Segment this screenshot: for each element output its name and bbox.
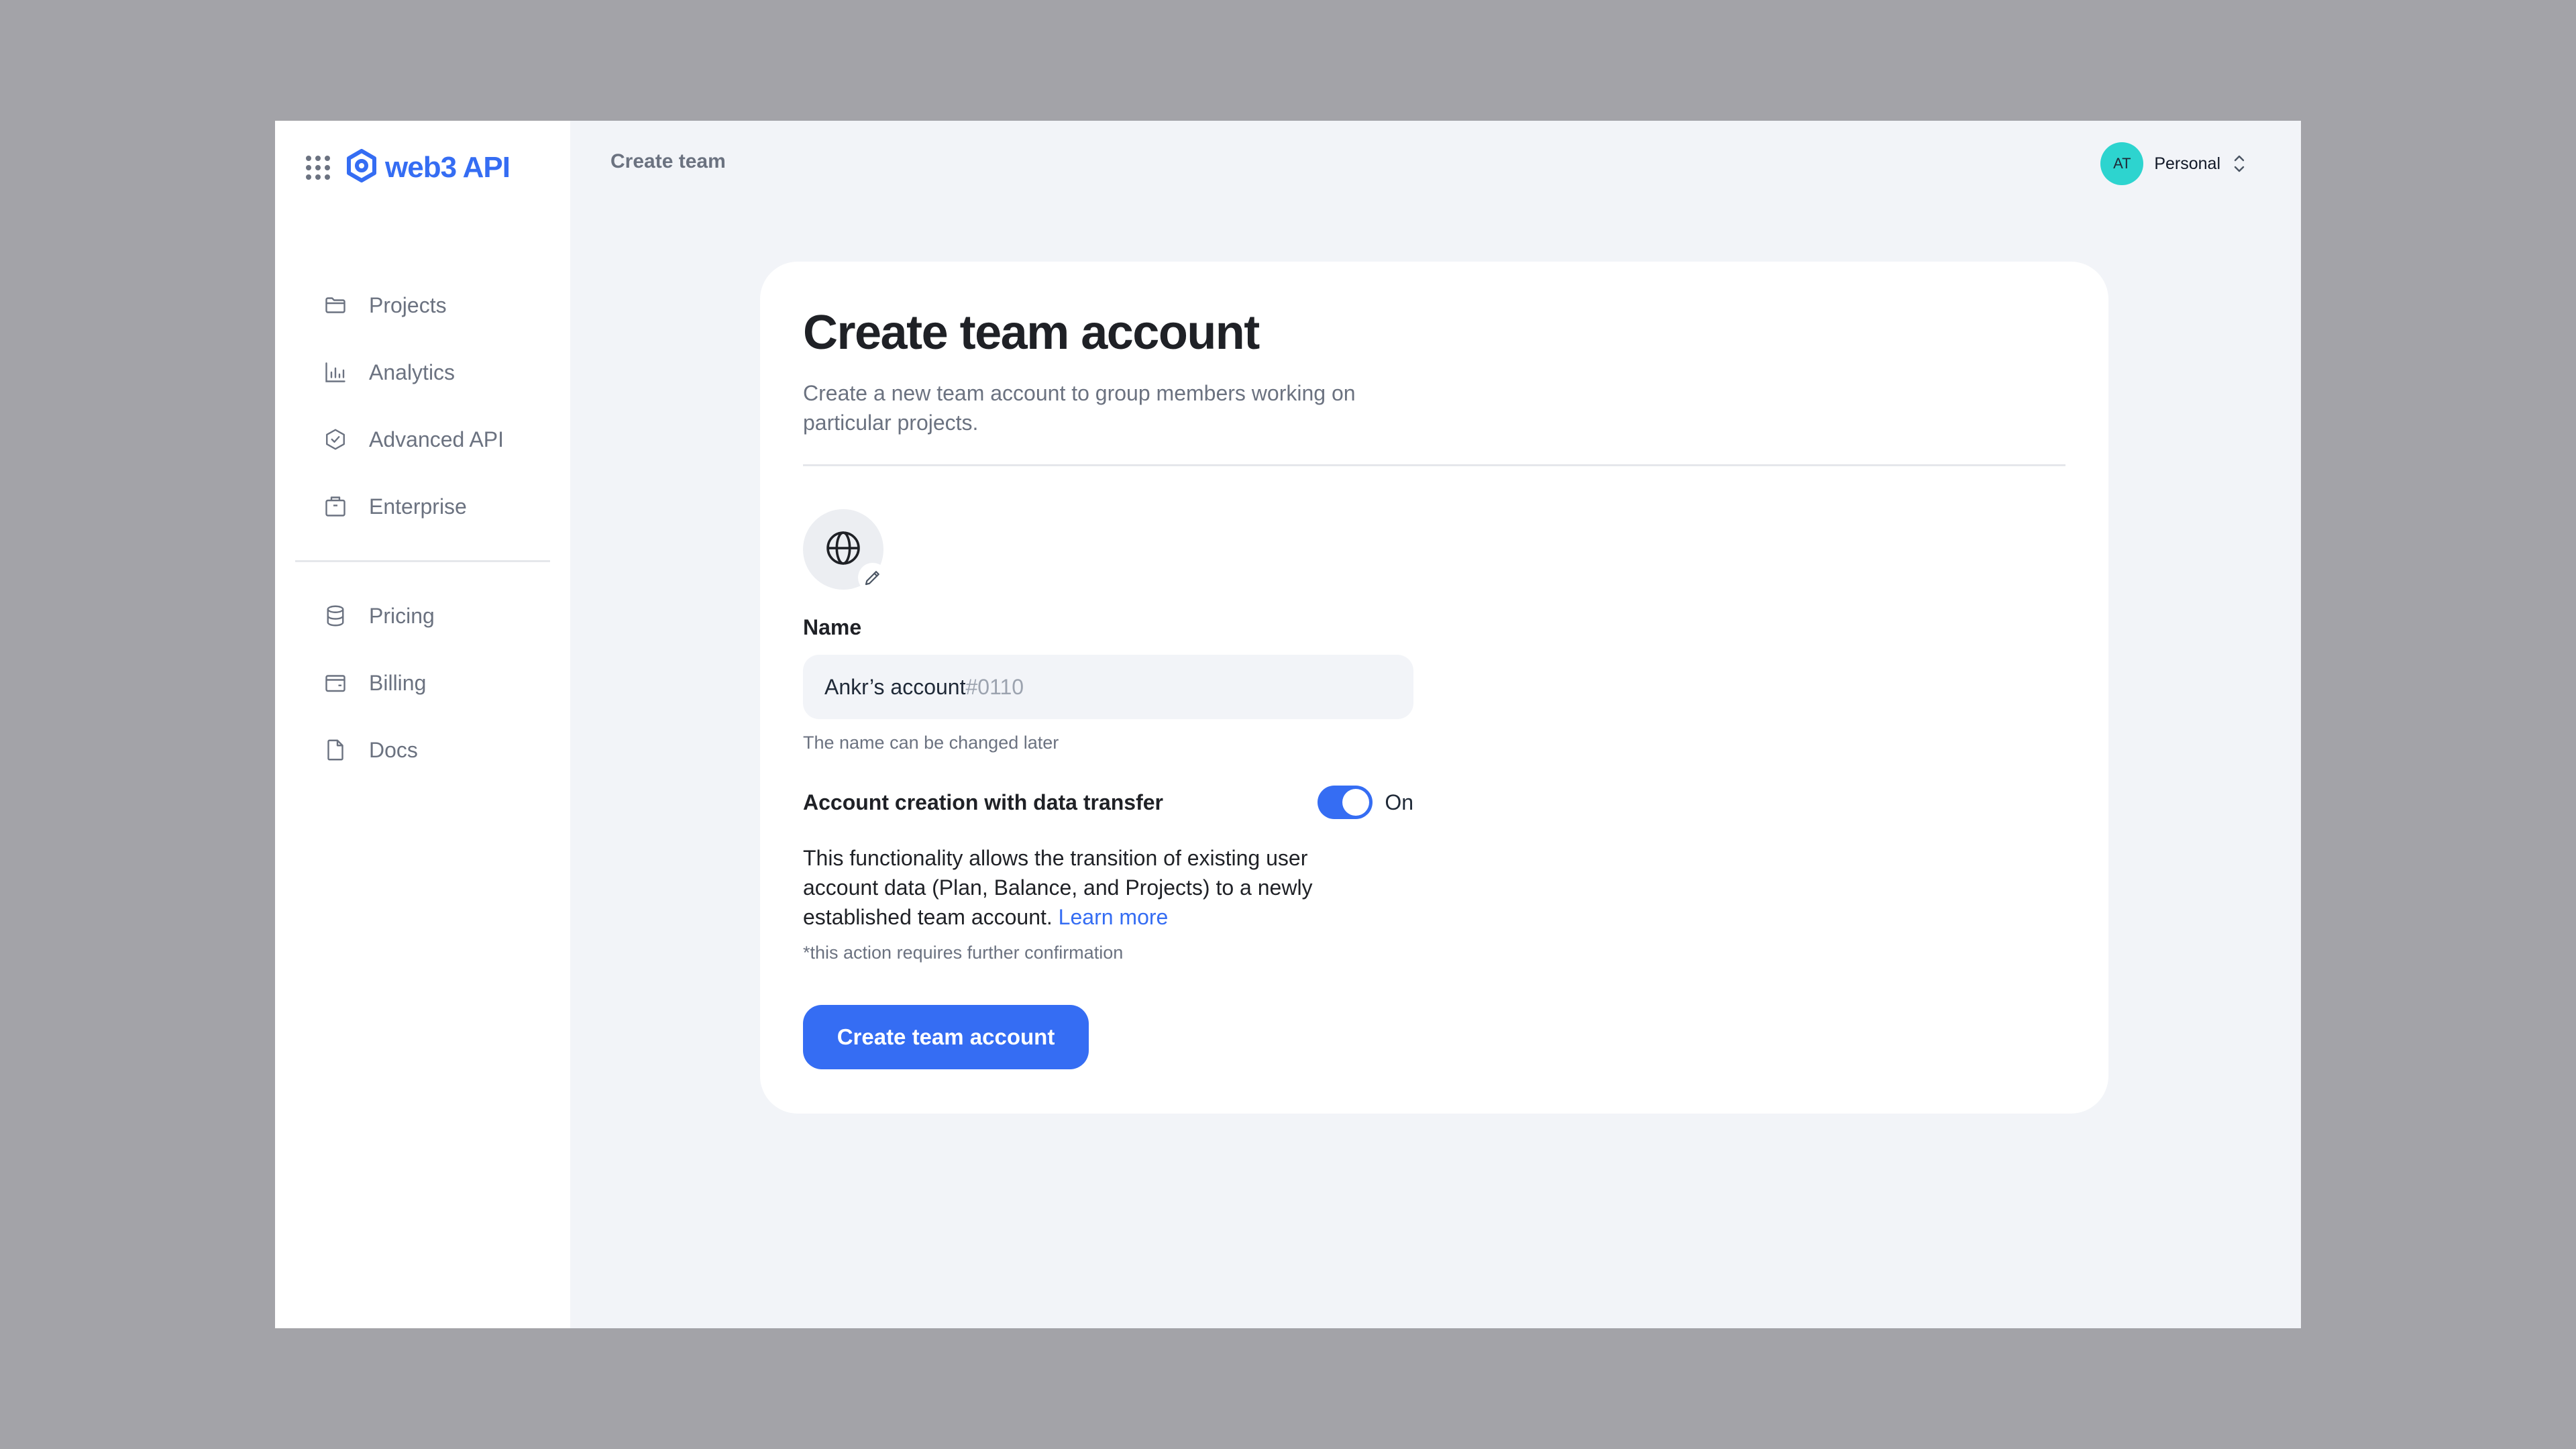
team-avatar-upload[interactable] [803,509,888,592]
sidebar-item-label: Docs [369,737,418,762]
document-icon [322,737,349,763]
form-divider [803,464,2065,466]
sidebar-item-label: Billing [369,670,427,695]
database-icon [322,602,349,629]
sidebar-item-label: Pricing [369,603,435,628]
advanced-api-icon [322,426,349,453]
page-title: Create team [610,150,726,172]
account-switcher[interactable]: AT Personal [2100,142,2247,185]
logo-icon [345,149,378,186]
name-label: Name [803,615,862,639]
pencil-icon[interactable] [858,563,888,592]
wallet-icon [322,669,349,696]
briefcase-icon [322,493,349,520]
sidebar-item-label: Enterprise [369,494,467,519]
form-subtitle: Create a new team account to group membe… [803,381,1356,435]
sidebar-item-label: Projects [369,292,447,317]
avatar: AT [2100,142,2144,185]
sidebar: web3 API Projects Analytics Advanced API… [275,121,570,1328]
sidebar-item-label: Advanced API [369,427,504,451]
chevron-up-down-icon [2231,152,2247,175]
name-input-value: Ankr’s account [824,674,966,699]
confirmation-note: *this action requires further confirmati… [803,943,1124,963]
sidebar-item-label: Analytics [369,360,455,384]
brand-name: web3 API [385,150,511,184]
sidebar-item-pricing[interactable]: Pricing [295,582,550,649]
main-content: Create team AT Personal Create team acco… [570,121,2301,1328]
data-transfer-row: Account creation with data transfer On [803,786,1413,819]
toggle-state-label: On [1385,790,1413,814]
folder-icon [322,292,349,319]
app-window: web3 API Projects Analytics Advanced API… [275,121,2301,1328]
logo[interactable]: web3 API [345,149,511,186]
sidebar-item-analytics[interactable]: Analytics [295,339,550,406]
data-transfer-description: This functionality allows the transition… [803,843,1380,932]
apps-grid-icon[interactable] [303,153,333,182]
account-label: Personal [2154,154,2220,173]
brand: web3 API [303,149,511,186]
name-input[interactable]: Ankr’s account #0110 [803,655,1413,719]
toggle-knob [1342,789,1370,816]
sidebar-item-enterprise[interactable]: Enterprise [295,473,550,540]
data-transfer-toggle[interactable] [1318,786,1373,819]
sidebar-item-advanced-api[interactable]: Advanced API [295,406,550,473]
create-team-card: Create team account Create a new team ac… [760,262,2108,1114]
data-transfer-label: Account creation with data transfer [803,790,1163,814]
form-title: Create team account [803,306,1260,360]
data-transfer-control: On [1318,786,1413,819]
sidebar-nav: Projects Analytics Advanced API Enterpri… [295,272,550,784]
create-team-account-button[interactable]: Create team account [803,1005,1089,1069]
name-input-suffix: #0110 [965,674,1024,699]
sidebar-item-projects[interactable]: Projects [295,272,550,339]
globe-icon [824,529,863,571]
bar-chart-icon [322,359,349,386]
learn-more-link[interactable]: Learn more [1059,905,1169,929]
sidebar-item-billing[interactable]: Billing [295,649,550,716]
sidebar-item-docs[interactable]: Docs [295,716,550,784]
sidebar-divider [295,560,550,562]
name-hint: The name can be changed later [803,733,1059,753]
